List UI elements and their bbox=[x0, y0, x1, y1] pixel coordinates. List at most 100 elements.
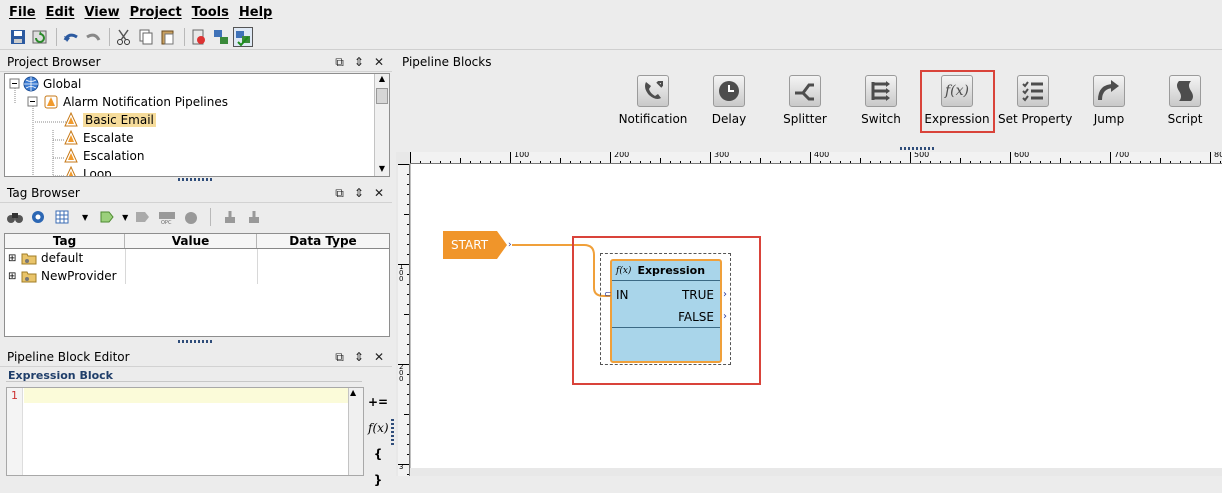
pipeline-icon bbox=[64, 148, 78, 163]
tag-browser-panel: Tag Browser ⧉ ⇕ ✕ ▼ ▼ OPC Tag Value Data… bbox=[0, 183, 392, 343]
scroll-thumb[interactable] bbox=[376, 88, 388, 104]
tree-label: Escalation bbox=[83, 149, 145, 163]
opc-icon[interactable]: OPC bbox=[158, 209, 176, 225]
tree-item-alarm-pipelines[interactable]: Alarm Notification Pipelines bbox=[43, 93, 228, 111]
block-set-property[interactable]: Set Property bbox=[998, 72, 1073, 132]
copy-icon[interactable] bbox=[136, 27, 156, 47]
braces-icon[interactable]: { } bbox=[368, 441, 388, 493]
project-browser-panel: Project Browser ⧉ ⇕ ✕ Global Alarm Notif… bbox=[0, 52, 392, 181]
block-editor-panel: Pipeline Block Editor ⧉ ⇕ ✕ Expression B… bbox=[0, 347, 394, 487]
timer-icon[interactable] bbox=[182, 209, 200, 225]
vertical-scrollbar[interactable]: ▲ bbox=[348, 388, 363, 475]
tree-item-escalation[interactable]: Escalation bbox=[63, 147, 144, 165]
cut-icon[interactable] bbox=[114, 27, 134, 47]
float-icon[interactable]: ⧉ bbox=[335, 186, 344, 201]
close-icon[interactable]: ✕ bbox=[374, 55, 384, 70]
scroll-up-icon[interactable]: ▲ bbox=[376, 74, 388, 86]
start-node[interactable]: START › bbox=[443, 231, 512, 259]
panel-title: Tag Browser bbox=[0, 183, 392, 203]
output-port-icon[interactable]: › bbox=[508, 240, 512, 250]
menu-view[interactable]: View bbox=[84, 5, 119, 20]
close-icon[interactable]: ✕ bbox=[374, 186, 384, 201]
column-data-type[interactable]: Data Type bbox=[257, 234, 389, 248]
import-icon[interactable] bbox=[221, 209, 239, 225]
paste-icon[interactable] bbox=[158, 27, 178, 47]
pin-icon[interactable]: ⇕ bbox=[354, 350, 364, 365]
expression-highlight bbox=[920, 70, 995, 133]
float-icon[interactable]: ⧉ bbox=[335, 55, 344, 70]
svg-text:OPC: OPC bbox=[161, 220, 172, 225]
block-jump[interactable]: Jump bbox=[1074, 72, 1144, 132]
redo-icon[interactable] bbox=[83, 27, 103, 47]
binoculars-icon[interactable] bbox=[6, 209, 24, 225]
editor-side-tools: += f(x) { } bbox=[368, 389, 389, 493]
line-number: 1 bbox=[11, 389, 18, 402]
menu-tools[interactable]: Tools bbox=[192, 5, 229, 20]
pin-icon[interactable]: ⇕ bbox=[354, 55, 364, 70]
operator-icon[interactable]: += bbox=[368, 389, 388, 415]
resize-grip[interactable] bbox=[391, 417, 394, 445]
menu-project[interactable]: Project bbox=[130, 5, 182, 20]
tag-search-icon[interactable] bbox=[30, 209, 48, 225]
block-delay[interactable]: Delay bbox=[694, 72, 764, 132]
column-value[interactable]: Value bbox=[125, 234, 257, 248]
pipeline-canvas-area: 100 200 300 400 500 600 700 800 1 0 0 2 … bbox=[396, 152, 1222, 476]
tree-item-loop[interactable]: Loop bbox=[63, 165, 112, 177]
script-icon bbox=[1169, 75, 1201, 107]
set-property-icon bbox=[1017, 75, 1049, 107]
network-icon[interactable] bbox=[211, 27, 231, 47]
comm-on-icon[interactable] bbox=[233, 26, 253, 47]
pipeline-icon bbox=[66, 166, 76, 176]
panel-title: Pipeline Blocks bbox=[395, 52, 1222, 72]
pipeline-icon bbox=[64, 112, 78, 127]
close-icon[interactable]: ✕ bbox=[374, 350, 384, 365]
block-notification[interactable]: Notification bbox=[618, 72, 688, 132]
undo-icon[interactable] bbox=[61, 27, 81, 47]
column-tag[interactable]: Tag bbox=[5, 234, 125, 248]
dropdown-arrow-icon[interactable]: ▼ bbox=[82, 213, 88, 222]
splitter-icon bbox=[789, 75, 821, 107]
jump-icon bbox=[1093, 75, 1125, 107]
resize-grip[interactable] bbox=[900, 147, 936, 150]
scroll-down-icon[interactable]: ▼ bbox=[376, 164, 388, 176]
pin-icon[interactable]: ⇕ bbox=[354, 186, 364, 201]
export-icon[interactable] bbox=[245, 209, 263, 225]
resize-grip[interactable] bbox=[178, 178, 214, 181]
add-tag-icon[interactable] bbox=[98, 209, 116, 225]
function-icon[interactable]: f(x) bbox=[368, 415, 389, 441]
block-splitter[interactable]: Splitter bbox=[770, 72, 840, 132]
grid-icon[interactable] bbox=[54, 209, 72, 225]
menu-bar: File Edit View Project Tools Help bbox=[0, 0, 1222, 24]
block-label: Delay bbox=[711, 112, 747, 126]
tag-folder-icon bbox=[21, 253, 37, 265]
toolbar-separator bbox=[210, 208, 212, 226]
tag-edit-icon[interactable] bbox=[134, 209, 152, 225]
block-label: Set Property bbox=[998, 112, 1073, 126]
expand-icon[interactable]: ⊞ bbox=[8, 271, 21, 282]
vertical-scrollbar[interactable]: ▲ ▼ bbox=[374, 74, 389, 176]
menu-help[interactable]: Help bbox=[239, 5, 272, 20]
block-script[interactable]: Script bbox=[1150, 72, 1220, 132]
float-icon[interactable]: ⧉ bbox=[335, 350, 344, 365]
dropdown-arrow-icon[interactable]: ▼ bbox=[122, 213, 128, 222]
tree-item-global[interactable]: Global bbox=[23, 75, 81, 93]
resize-grip[interactable] bbox=[178, 340, 214, 343]
tag-row-default[interactable]: ⊞ default bbox=[8, 249, 83, 267]
tree-item-escalate[interactable]: Escalate bbox=[63, 129, 134, 147]
connector-line bbox=[512, 244, 610, 297]
expression-editor[interactable]: 1 ▲ bbox=[6, 387, 364, 476]
save-icon[interactable] bbox=[8, 27, 28, 47]
tag-label: NewProvider bbox=[41, 269, 117, 283]
menu-edit[interactable]: Edit bbox=[46, 5, 75, 20]
block-switch[interactable]: Switch bbox=[846, 72, 916, 132]
menu-file[interactable]: File bbox=[9, 5, 36, 20]
block-label: Switch bbox=[861, 112, 901, 126]
tree-item-basic-email[interactable]: Basic Email bbox=[63, 111, 156, 129]
tag-row-newprovider[interactable]: ⊞ NewProvider bbox=[8, 267, 117, 285]
block-label: Script bbox=[1167, 112, 1203, 126]
refresh-icon[interactable] bbox=[30, 27, 50, 47]
scroll-up-icon[interactable]: ▲ bbox=[350, 388, 356, 397]
publish-icon[interactable] bbox=[189, 27, 209, 47]
tree-label: Loop bbox=[83, 167, 112, 177]
expand-icon[interactable]: ⊞ bbox=[8, 253, 21, 264]
